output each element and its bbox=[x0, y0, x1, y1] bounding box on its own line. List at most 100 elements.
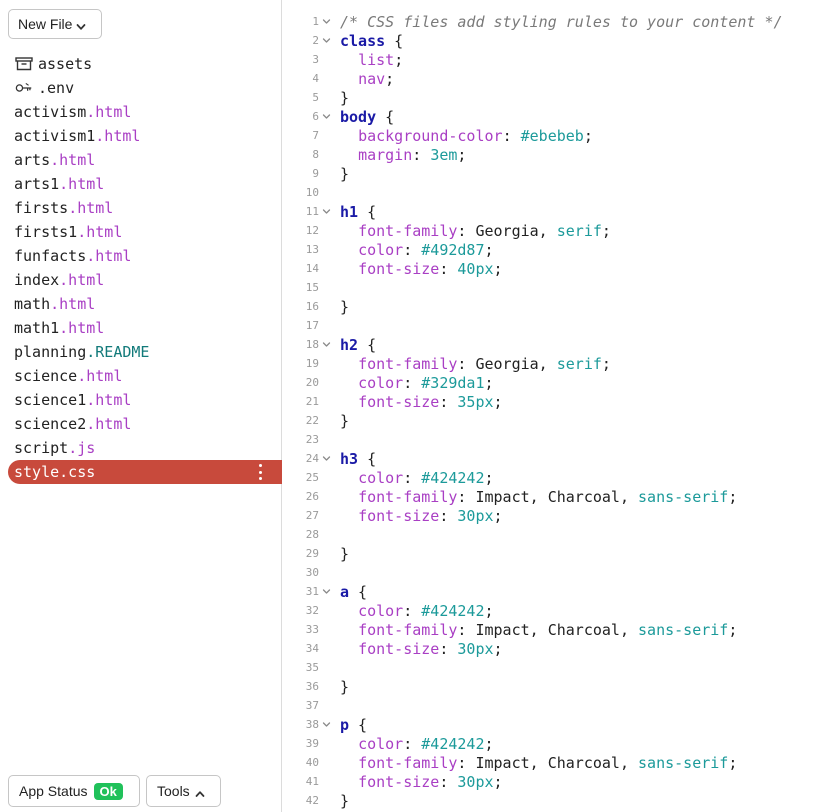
code-line[interactable]: 37 bbox=[283, 696, 824, 715]
code-line[interactable]: 19 font-family: Georgia, serif; bbox=[283, 354, 824, 373]
fold-chevron-icon[interactable] bbox=[319, 582, 333, 601]
code-line[interactable]: 8 margin: 3em; bbox=[283, 145, 824, 164]
code-line[interactable]: 26 font-family: Impact, Charcoal, sans-s… bbox=[283, 487, 824, 506]
code-line[interactable]: 5} bbox=[283, 88, 824, 107]
code-line[interactable]: 28 bbox=[283, 525, 824, 544]
file-item[interactable]: firsts1 .html bbox=[8, 220, 282, 244]
fold-gutter bbox=[319, 411, 333, 430]
line-number: 16 bbox=[305, 300, 319, 313]
file-item[interactable]: .env bbox=[8, 76, 282, 100]
code-line[interactable]: 34 font-size: 30px; bbox=[283, 639, 824, 658]
code-line[interactable]: 10 bbox=[283, 183, 824, 202]
fold-gutter bbox=[319, 506, 333, 525]
code-line[interactable]: 4 nav; bbox=[283, 69, 824, 88]
code-line[interactable]: 30 bbox=[283, 563, 824, 582]
code-line[interactable]: 22} bbox=[283, 411, 824, 430]
file-item[interactable]: assets bbox=[8, 52, 282, 76]
file-item[interactable]: planning .README bbox=[8, 340, 282, 364]
code-line[interactable]: 21 font-size: 35px; bbox=[283, 392, 824, 411]
new-file-label: New File bbox=[18, 16, 73, 32]
file-item[interactable]: activism .html bbox=[8, 100, 282, 124]
file-item[interactable]: script .js bbox=[8, 436, 282, 460]
code-token: font-family bbox=[358, 221, 458, 240]
code-lines[interactable]: 1 /* CSS files add styling rules to your … bbox=[283, 12, 824, 810]
file-item[interactable]: science2 .html bbox=[8, 412, 282, 436]
file-item[interactable]: index .html bbox=[8, 268, 282, 292]
code-line[interactable]: 13 color: #492d87; bbox=[283, 240, 824, 259]
file-list: assets .env activism .html activism1 .html art… bbox=[8, 52, 282, 484]
fold-chevron-icon[interactable] bbox=[319, 449, 333, 468]
code-line[interactable]: 3 list; bbox=[283, 50, 824, 69]
code-line[interactable]: 2 class { bbox=[283, 31, 824, 50]
code-line[interactable]: 41 font-size: 30px; bbox=[283, 772, 824, 791]
code-line[interactable]: 7 background-color: #ebebeb; bbox=[283, 126, 824, 145]
fold-chevron-icon[interactable] bbox=[319, 202, 333, 221]
fold-gutter bbox=[319, 316, 333, 335]
line-number: 2 bbox=[312, 34, 319, 47]
code-line[interactable]: 9} bbox=[283, 164, 824, 183]
code-line[interactable]: 42} bbox=[283, 791, 824, 810]
file-item-active[interactable]: style.css bbox=[8, 460, 282, 484]
file-item[interactable]: activism1 .html bbox=[8, 124, 282, 148]
file-item[interactable]: arts .html bbox=[8, 148, 282, 172]
file-item[interactable]: science .html bbox=[8, 364, 282, 388]
code-line[interactable]: 24 h3 { bbox=[283, 449, 824, 468]
file-item[interactable]: science1 .html bbox=[8, 388, 282, 412]
code-line[interactable]: 39 color: #424242; bbox=[283, 734, 824, 753]
file-options-icon[interactable] bbox=[256, 464, 264, 480]
fold-gutter bbox=[319, 620, 333, 639]
fold-chevron-icon[interactable] bbox=[319, 31, 333, 50]
fold-gutter bbox=[319, 601, 333, 620]
fold-gutter bbox=[319, 791, 333, 810]
code-line[interactable]: 14 font-size: 40px; bbox=[283, 259, 824, 278]
code-line[interactable]: 15 bbox=[283, 278, 824, 297]
code-line[interactable]: 18 h2 { bbox=[283, 335, 824, 354]
file-item[interactable]: math1 .html bbox=[8, 316, 282, 340]
code-line[interactable]: 23 bbox=[283, 430, 824, 449]
code-line[interactable]: 6 body { bbox=[283, 107, 824, 126]
file-item[interactable]: math .html bbox=[8, 292, 282, 316]
fold-chevron-icon[interactable] bbox=[319, 12, 333, 31]
code-text: color: #424242; bbox=[333, 735, 493, 753]
line-number: 33 bbox=[305, 623, 319, 636]
code-token: ; bbox=[484, 240, 494, 259]
code-line[interactable]: 29} bbox=[283, 544, 824, 563]
code-line[interactable]: 25 color: #424242; bbox=[283, 468, 824, 487]
line-number: 29 bbox=[305, 547, 319, 560]
code-text: font-family: Impact, Charcoal, sans-seri… bbox=[333, 754, 737, 772]
code-line[interactable]: 20 color: #329da1; bbox=[283, 373, 824, 392]
code-line[interactable]: 35 bbox=[283, 658, 824, 677]
code-line[interactable]: 36} bbox=[283, 677, 824, 696]
code-line[interactable]: 1 /* CSS files add styling rules to your … bbox=[283, 12, 824, 31]
code-line[interactable]: 33 font-family: Impact, Charcoal, sans-s… bbox=[283, 620, 824, 639]
fold-chevron-icon[interactable] bbox=[319, 335, 333, 354]
code-line[interactable]: 27 font-size: 30px; bbox=[283, 506, 824, 525]
code-line[interactable]: 32 color: #424242; bbox=[283, 601, 824, 620]
file-item[interactable]: funfacts .html bbox=[8, 244, 282, 268]
fold-gutter bbox=[319, 88, 333, 107]
code-token: { bbox=[358, 449, 377, 468]
app-status-button[interactable]: App Status Ok bbox=[8, 775, 140, 807]
fold-chevron-icon[interactable] bbox=[319, 107, 333, 126]
tools-button[interactable]: Tools bbox=[146, 775, 221, 807]
code-line[interactable]: 38 p { bbox=[283, 715, 824, 734]
code-line[interactable]: 12 font-family: Georgia, serif; bbox=[283, 221, 824, 240]
code-line[interactable]: 16} bbox=[283, 297, 824, 316]
code-text: body { bbox=[333, 108, 394, 126]
code-line[interactable]: 40 font-family: Impact, Charcoal, sans-s… bbox=[283, 753, 824, 772]
code-line[interactable]: 31 a { bbox=[283, 582, 824, 601]
file-item[interactable]: firsts .html bbox=[8, 196, 282, 220]
code-token: body bbox=[340, 107, 377, 126]
code-line[interactable]: 17 bbox=[283, 316, 824, 335]
file-item[interactable]: arts1 .html bbox=[8, 172, 282, 196]
code-text: font-family: Impact, Charcoal, sans-seri… bbox=[333, 488, 737, 506]
code-line[interactable]: 11 h1 { bbox=[283, 202, 824, 221]
code-token: #424242 bbox=[421, 468, 485, 487]
fold-chevron-icon[interactable] bbox=[319, 715, 333, 734]
new-file-button[interactable]: New File bbox=[8, 9, 102, 39]
code-editor[interactable]: 1 /* CSS files add styling rules to your … bbox=[283, 0, 824, 812]
fold-gutter bbox=[319, 658, 333, 677]
